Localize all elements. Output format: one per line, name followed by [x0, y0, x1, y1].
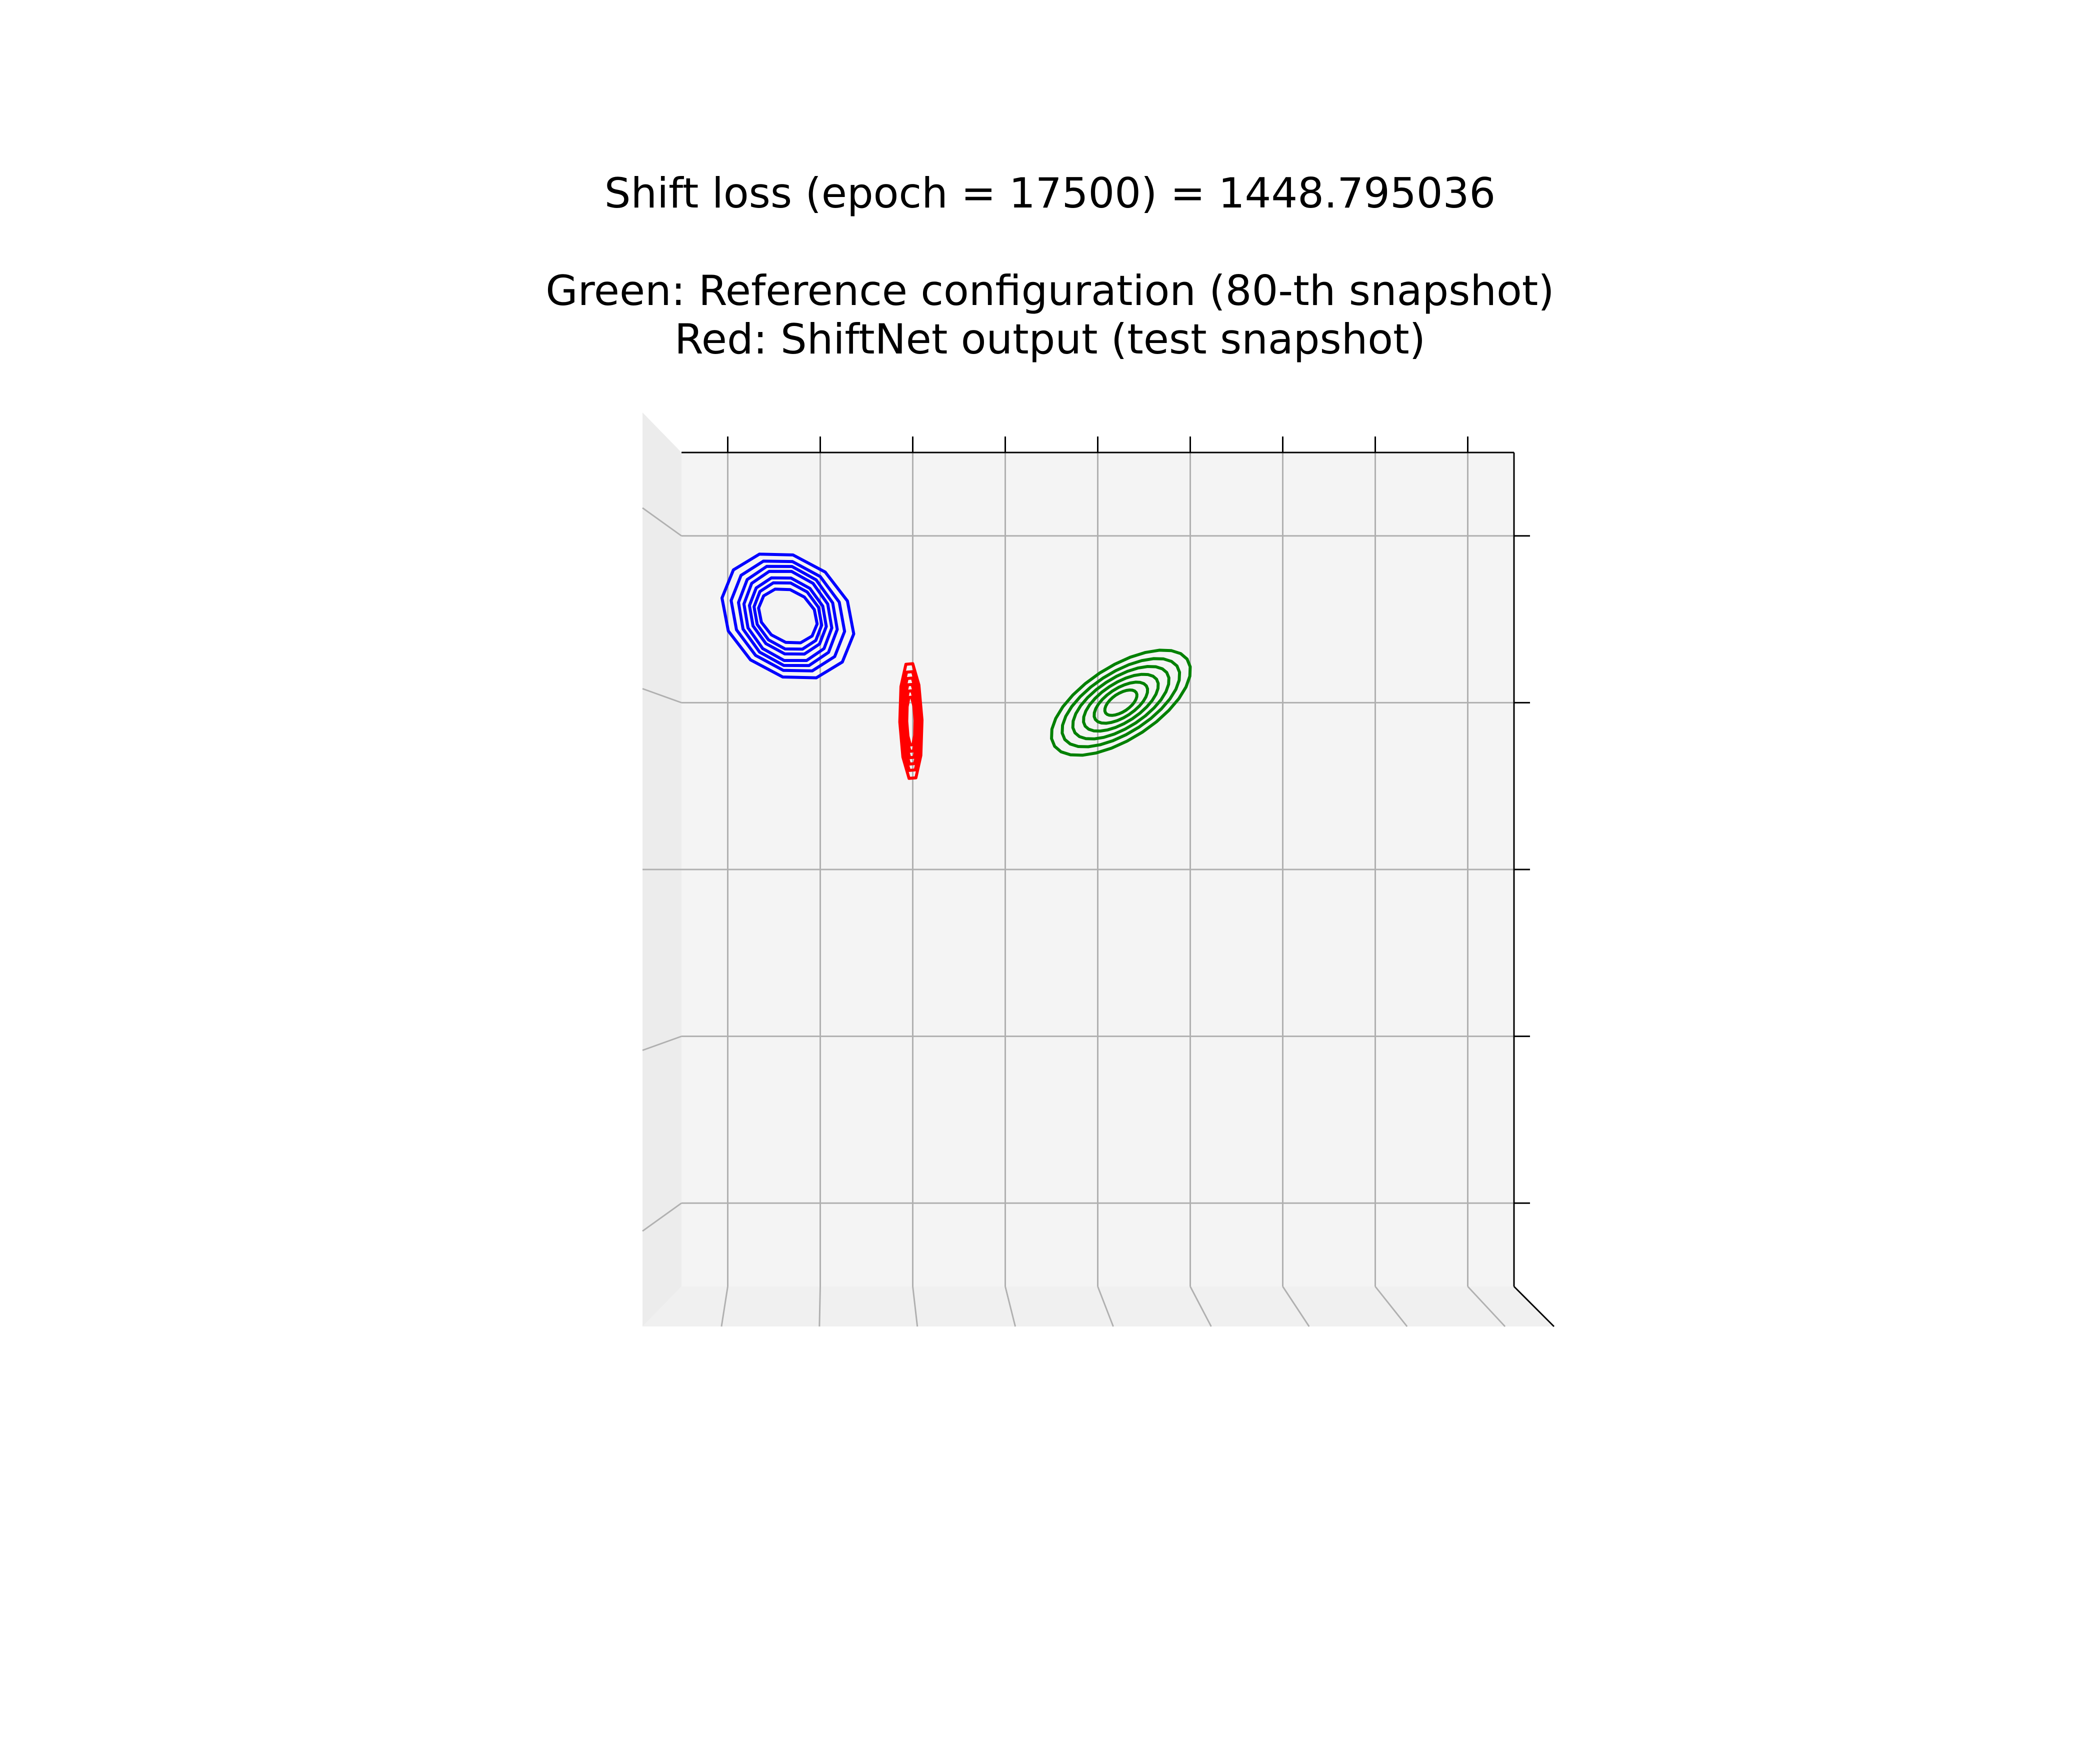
figure: Shift loss (epoch = 17500) = 1448.795036…	[546, 169, 1555, 1328]
title-line-4: Red: ShiftNet output (test snapshot)	[674, 315, 1426, 364]
plot-axes	[642, 412, 1555, 1328]
bottom-pane	[642, 1286, 1554, 1326]
title-line-3: Green: Reference configuration (80-th sn…	[546, 266, 1554, 315]
title-line-1: Shift loss (epoch = 17500) = 1448.795036	[604, 169, 1496, 218]
chart-title: Shift loss (epoch = 17500) = 1448.795036…	[546, 169, 1554, 364]
